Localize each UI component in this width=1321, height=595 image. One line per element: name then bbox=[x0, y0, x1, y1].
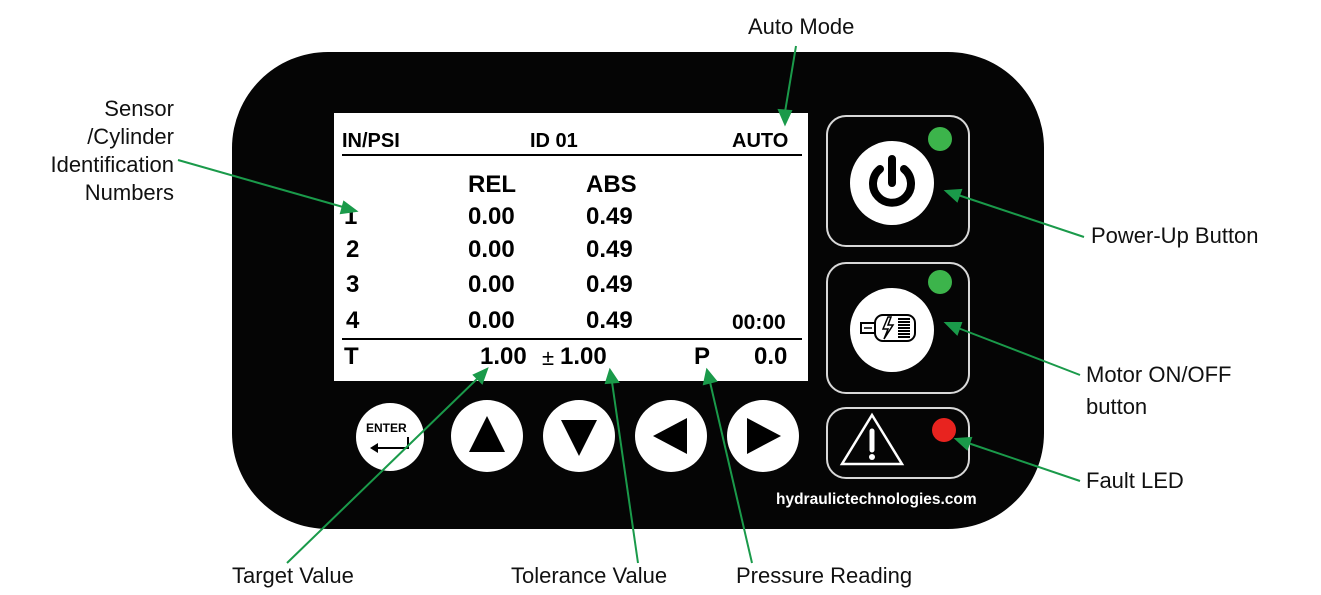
row-1-abs: 0.49 bbox=[586, 203, 633, 230]
row-1-number: 1 bbox=[344, 203, 358, 230]
down-button[interactable] bbox=[543, 400, 615, 472]
footer-divider bbox=[342, 338, 802, 340]
fault-frame bbox=[826, 407, 970, 479]
pressure-value: 0.0 bbox=[754, 343, 788, 370]
enter-return-icon bbox=[370, 437, 409, 453]
plus-minus-sign: ± bbox=[542, 345, 555, 370]
power-button[interactable] bbox=[850, 141, 934, 225]
callout-pressure-reading: Pressure Reading bbox=[736, 563, 913, 588]
callout-auto-mode: Auto Mode bbox=[748, 14, 855, 39]
mode-label: AUTO bbox=[732, 130, 789, 152]
right-button[interactable] bbox=[727, 400, 799, 472]
row-3-rel: 0.00 bbox=[468, 271, 515, 298]
up-button[interactable] bbox=[451, 400, 523, 472]
enter-button[interactable]: ENTER bbox=[356, 403, 424, 471]
callout-tolerance-value: Tolerance Value bbox=[511, 563, 668, 588]
row-3-abs: 0.49 bbox=[586, 271, 633, 298]
col-rel-header: REL bbox=[468, 171, 516, 198]
row-2-rel: 0.00 bbox=[468, 236, 515, 263]
motor-led bbox=[928, 270, 952, 294]
callout-sensor-id-line4: Numbers bbox=[84, 180, 174, 205]
callout-fault-led: Fault LED bbox=[1086, 468, 1184, 493]
arrow-down-icon bbox=[561, 420, 597, 456]
arrow-left-icon bbox=[653, 418, 687, 454]
callout-sensor-id-line2: /Cylinder bbox=[87, 124, 174, 149]
tolerance-value: 1.00 bbox=[560, 343, 607, 370]
row-4-abs: 0.49 bbox=[586, 307, 633, 334]
row-1-rel: 0.00 bbox=[468, 203, 515, 230]
power-icon bbox=[869, 155, 915, 207]
row-4-number: 4 bbox=[346, 307, 360, 334]
arrow-right-icon bbox=[747, 418, 781, 454]
fault-led bbox=[932, 418, 956, 442]
left-button[interactable] bbox=[635, 400, 707, 472]
brand-url: hydraulictechnologies.com bbox=[776, 491, 977, 508]
pressure-label: P bbox=[694, 343, 711, 370]
lcd-screen: IN/PSI ID 01 AUTO REL ABS 1 0.00 0.49 2 … bbox=[334, 113, 808, 381]
callout-target-value: Target Value bbox=[232, 563, 354, 588]
row-2-abs: 0.49 bbox=[586, 236, 633, 263]
motor-icon bbox=[860, 314, 916, 342]
row-3-number: 3 bbox=[346, 271, 360, 298]
row-4-rel: 0.00 bbox=[468, 307, 515, 334]
header-divider bbox=[342, 154, 802, 156]
callout-power-up: Power-Up Button bbox=[1091, 223, 1259, 248]
target-value: 1.00 bbox=[480, 343, 527, 370]
units-label: IN/PSI bbox=[342, 130, 400, 152]
callout-motor-line2: button bbox=[1086, 394, 1148, 419]
arrow-up-icon bbox=[469, 416, 505, 452]
callout-motor-line1: Motor ON/OFF bbox=[1086, 362, 1232, 387]
row-2-number: 2 bbox=[346, 236, 360, 263]
id-label: ID 01 bbox=[530, 130, 578, 152]
callout-sensor-id-line1: Sensor bbox=[104, 96, 174, 121]
target-label: T bbox=[344, 343, 359, 370]
power-led bbox=[928, 127, 952, 151]
col-abs-header: ABS bbox=[586, 171, 637, 198]
callout-sensor-id-line3: Identification bbox=[50, 152, 174, 177]
motor-button[interactable] bbox=[850, 288, 934, 372]
timer-value: 00:00 bbox=[732, 311, 786, 334]
